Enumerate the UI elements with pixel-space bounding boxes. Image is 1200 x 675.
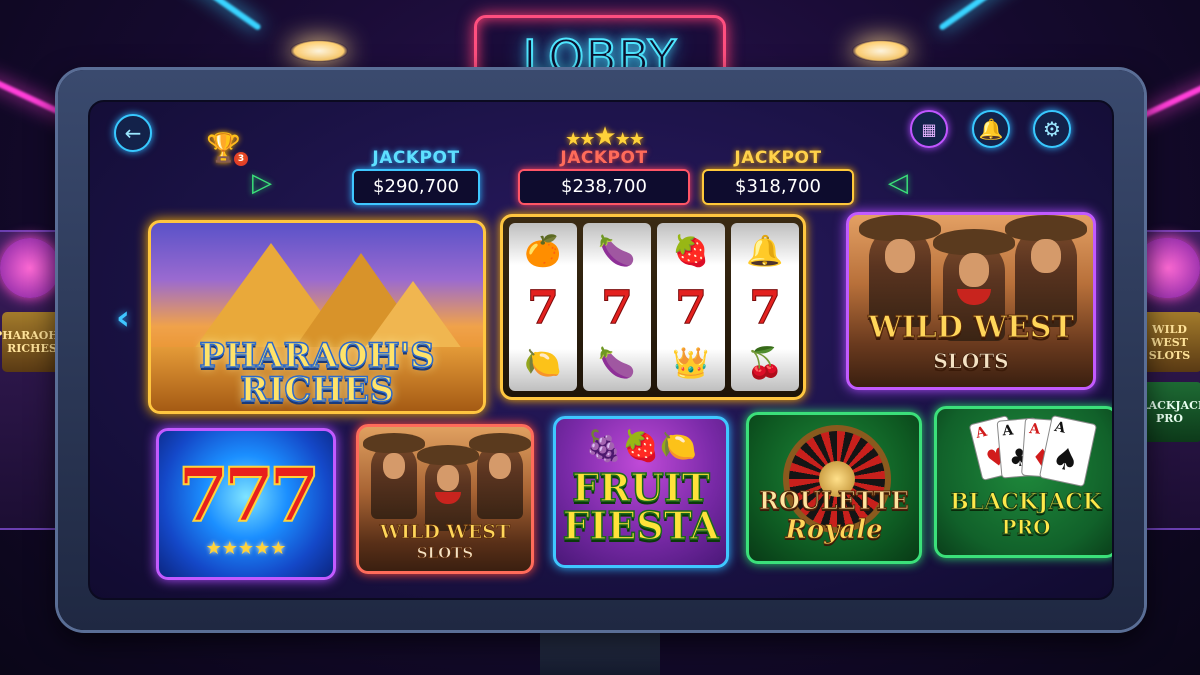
hat-graphic xyxy=(469,433,531,453)
raspberry-icon: 🍓 xyxy=(672,233,710,269)
face-graphic xyxy=(959,253,989,287)
jackpot-amount: $238,700 xyxy=(518,169,690,205)
card-rank: A xyxy=(974,423,989,442)
gallery-button[interactable]: ▦ xyxy=(910,110,948,148)
monitor-frame: ← 🏆 3 ▦ 🔔 ⚙ ▷ JACKPOT $290,700 ★★★★★ JAC… xyxy=(58,70,1144,630)
settings-button[interactable]: ⚙ xyxy=(1033,110,1071,148)
arrow-left-icon: ← xyxy=(124,121,142,145)
lobby-screen: ← 🏆 3 ▦ 🔔 ⚙ ▷ JACKPOT $290,700 ★★★★★ JAC… xyxy=(88,100,1114,600)
seven-symbol: 7 xyxy=(748,280,781,335)
face-graphic xyxy=(1031,239,1061,273)
lemon-icon: 🍋 xyxy=(524,345,562,381)
game-tile-fruit-fiesta[interactable]: 🍇🍓🍋 FRUIT FIESTA xyxy=(553,416,729,568)
reel: 🍓 7 👑 xyxy=(657,223,725,391)
game-tile-777[interactable]: 777 ★★★★★ xyxy=(156,428,336,580)
machine-game-card: WILD WEST SLOTS xyxy=(1137,312,1200,372)
machine-sign xyxy=(1135,238,1200,298)
game-tile-wild-west-slots-featured[interactable]: WILD WEST SLOTS xyxy=(846,212,1096,390)
card-rank: A xyxy=(1053,418,1068,437)
game-title: ROULETTE xyxy=(758,486,910,515)
game-title-line1: PHARAOH'S xyxy=(199,336,436,376)
cherry-icon: 🍒 xyxy=(746,345,784,381)
reel: 🔔 7 🍒 xyxy=(731,223,799,391)
slot-reels-tile[interactable]: 🍊 7 🍋 🍆 7 🍆 🍓 7 👑 🔔 7 🍒 xyxy=(500,214,806,400)
jackpot-panel: JACKPOT $290,700 xyxy=(352,148,480,205)
trophy-badge: 3 xyxy=(234,152,248,166)
jackpot-amount: $290,700 xyxy=(352,169,480,205)
chevron-left-icon[interactable]: ‹ xyxy=(116,298,130,338)
seven-symbol: 7 xyxy=(600,280,633,335)
plum-icon: 🍆 xyxy=(598,345,636,381)
game-tile-roulette-royale[interactable]: ROULETTE Royale xyxy=(746,412,922,564)
cowboy-figure xyxy=(469,433,531,519)
game-title: WILD WEST xyxy=(379,521,511,543)
seven-symbol: 7 xyxy=(674,280,707,335)
bandana-graphic xyxy=(435,492,461,504)
hat-graphic xyxy=(417,445,479,465)
game-tile-wild-west-slots[interactable]: WILD WEST SLOTS xyxy=(356,424,534,574)
plum-icon: 🍆 xyxy=(598,233,636,269)
bell-icon: 🔔 xyxy=(746,233,784,269)
back-button[interactable]: ← xyxy=(114,114,152,152)
crown-icon: 👑 xyxy=(672,345,710,381)
game-title-line2: FIESTA xyxy=(562,503,720,548)
game-title: BLACKJACK xyxy=(950,489,1103,515)
bandana-graphic xyxy=(957,289,991,305)
machine-game-card: PHARAOH'S RICHES xyxy=(0,312,70,372)
jackpot-panel: ★★★★★ JACKPOT $238,700 xyxy=(518,122,690,205)
game-subtitle: SLOTS xyxy=(416,544,474,562)
ceiling-light xyxy=(852,40,910,62)
hat-graphic xyxy=(1005,215,1087,241)
hat-graphic xyxy=(859,215,941,241)
cowboy-figure xyxy=(417,445,479,531)
game-title: WILD WEST xyxy=(868,310,1075,345)
game-title-line2: RICHES xyxy=(239,370,394,410)
spade-icon: ♠ xyxy=(1048,440,1083,481)
trophy-button[interactable]: 🏆 3 xyxy=(206,130,248,166)
rewind-arrow-icon[interactable]: ◁ xyxy=(888,168,908,198)
face-graphic xyxy=(383,453,405,479)
face-graphic xyxy=(489,453,511,479)
reel: 🍆 7 🍆 xyxy=(583,223,651,391)
face-graphic xyxy=(437,465,459,491)
gear-icon: ⚙ xyxy=(1043,117,1061,141)
jackpot-amount: $318,700 xyxy=(702,169,854,205)
face-graphic xyxy=(885,239,915,273)
hat-graphic xyxy=(363,433,425,453)
game-tile-blackjack-pro[interactable]: A♥ A♣ A♦ A♠ BLACKJACK PRO xyxy=(934,406,1112,558)
card-rank: A xyxy=(1028,421,1041,438)
jackpot-label: JACKPOT xyxy=(734,148,822,168)
neon-light-strip xyxy=(938,0,1032,32)
jackpot-panel: JACKPOT $318,700 xyxy=(702,148,854,205)
orange-icon: 🍊 xyxy=(524,233,562,269)
game-subtitle: Royale xyxy=(785,515,883,545)
notifications-button[interactable]: 🔔 xyxy=(972,110,1010,148)
stars-icon: ★★★★★ xyxy=(565,122,645,152)
hat-graphic xyxy=(933,229,1015,255)
game-title: 777 xyxy=(177,452,321,540)
ceiling-light xyxy=(290,40,348,62)
cowgirl-figure xyxy=(363,433,425,519)
card-rank: A xyxy=(1001,422,1015,440)
stars-icon: ★★★★★ xyxy=(205,538,287,559)
fruits-icon: 🍇🍓🍋 xyxy=(584,429,698,464)
game-subtitle: SLOTS xyxy=(933,349,1009,373)
game-title-line1: FRUIT xyxy=(571,465,710,510)
game-tile-pharaohs-riches[interactable]: PHARAOH'S RICHES xyxy=(148,220,486,414)
play-arrow-icon[interactable]: ▷ xyxy=(252,168,272,198)
jackpot-label: JACKPOT xyxy=(372,148,460,168)
monitor-stand xyxy=(540,628,660,675)
image-gallery-icon: ▦ xyxy=(921,119,937,139)
game-subtitle: PRO xyxy=(1001,515,1051,539)
reel: 🍊 7 🍋 xyxy=(509,223,577,391)
machine-sign xyxy=(0,238,60,298)
machine-game-card: BLACKJACK PRO xyxy=(1132,382,1200,442)
seven-symbol: 7 xyxy=(526,280,559,335)
neon-light-strip xyxy=(168,0,262,32)
bell-icon: 🔔 xyxy=(978,117,1004,141)
